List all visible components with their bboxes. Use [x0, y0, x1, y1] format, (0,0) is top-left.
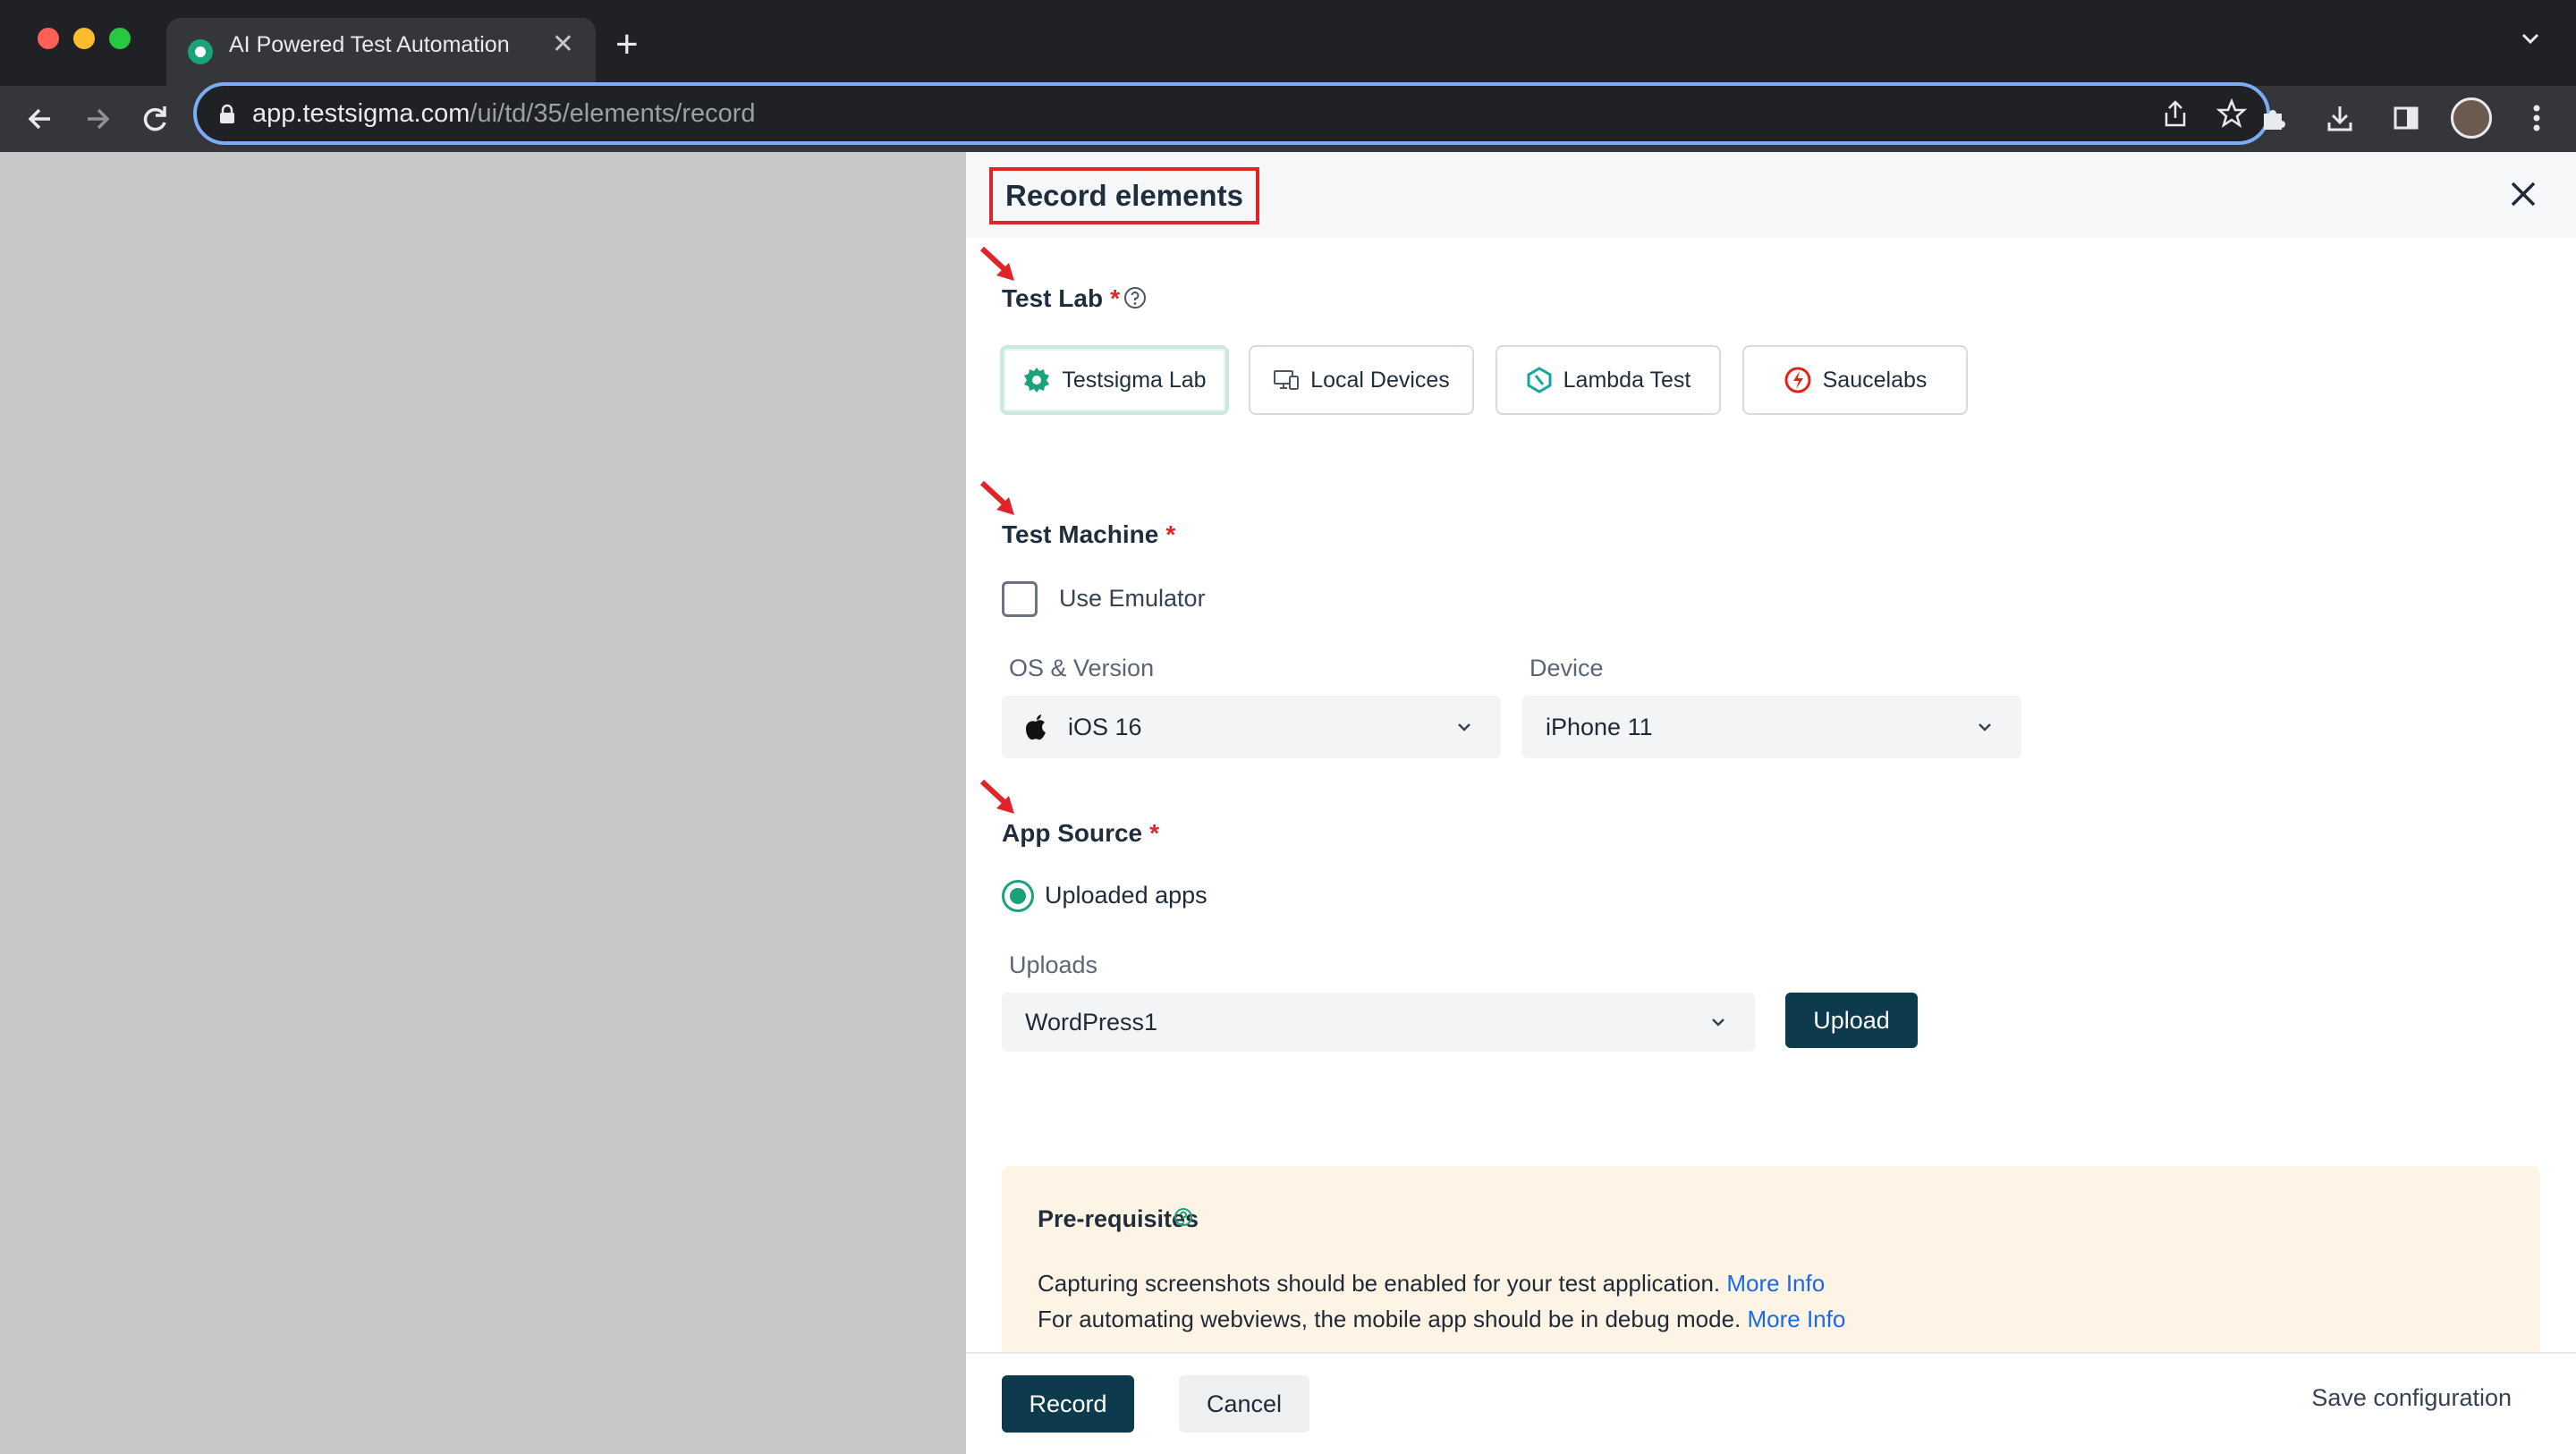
- test-lab-option-label: Saucelabs: [1822, 367, 1928, 393]
- maximize-window-button[interactable]: [109, 28, 131, 49]
- uploaded-apps-label: Uploaded apps: [1045, 882, 1208, 909]
- browser-tab-bar: AI Powered Test Automation Pl ✕ +: [0, 0, 2576, 86]
- required-mark: *: [1149, 819, 1160, 847]
- drawer-footer: Record Cancel Save configuration: [966, 1352, 2576, 1454]
- annotation-arrow-icon: [979, 246, 1014, 281]
- browser-menu-icon[interactable]: [2515, 97, 2558, 139]
- url-path: /ui/td/35/elements/record: [470, 99, 756, 128]
- test-lab-label: Test Lab *: [1002, 284, 1120, 313]
- test-lab-option-lambda-test[interactable]: Lambda Test: [1496, 345, 1721, 415]
- prerequisite-text: For automating webviews, the mobile app …: [1038, 1306, 1741, 1332]
- lambdatest-logo-icon: [1527, 367, 1552, 393]
- uploads-label: Uploads: [1009, 951, 1098, 978]
- uploaded-apps-radio[interactable]: [1002, 880, 1034, 912]
- prerequisite-screenshots: Capturing screenshots should be enabled …: [1038, 1270, 1825, 1298]
- profile-avatar[interactable]: [2451, 97, 2492, 139]
- drawer-title: Record elements: [989, 167, 1259, 224]
- required-mark: *: [1165, 520, 1176, 548]
- chevron-down-icon: [1712, 1019, 1724, 1027]
- save-configuration-button[interactable]: Save configuration: [2311, 1384, 2512, 1412]
- use-emulator-label: Use Emulator: [1059, 585, 1206, 612]
- lock-icon: [220, 104, 234, 123]
- test-machine-label: Test Machine *: [1002, 520, 1175, 549]
- record-elements-drawer: Record elements Test Lab * Testsigma Lab …: [966, 152, 2576, 1454]
- drawer-header: Record elements: [966, 152, 2576, 238]
- chevron-down-icon: [1458, 723, 1470, 731]
- close-drawer-icon[interactable]: [2508, 179, 2538, 209]
- record-button[interactable]: Record: [1002, 1375, 1134, 1433]
- test-lab-label-text: Test Lab: [1002, 284, 1104, 312]
- url-host: app.testsigma.com: [252, 99, 470, 128]
- modal-backdrop[interactable]: [0, 152, 966, 1454]
- browser-tab[interactable]: AI Powered Test Automation Pl ✕: [166, 18, 596, 86]
- app-source-label: App Source *: [1002, 819, 1159, 848]
- help-circle-icon[interactable]: [1174, 1207, 1193, 1227]
- address-bar[interactable]: app.testsigma.com/ui/td/35/elements/reco…: [193, 82, 2270, 145]
- test-lab-option-label: Lambda Test: [1563, 367, 1691, 393]
- test-lab-option-saucelabs[interactable]: Saucelabs: [1742, 345, 1968, 415]
- uploads-value: WordPress1: [1025, 1009, 1158, 1036]
- test-lab-option-local-devices[interactable]: Local Devices: [1249, 345, 1474, 415]
- tab-title: AI Powered Test Automation Pl: [229, 32, 515, 57]
- bookmark-star-icon[interactable]: [2216, 98, 2247, 129]
- help-circle-icon[interactable]: [1123, 286, 1147, 309]
- apple-logo-icon: [1026, 714, 1046, 740]
- annotation-arrow-icon: [979, 480, 1014, 515]
- side-panel-icon[interactable]: [2385, 97, 2428, 139]
- required-mark: *: [1110, 284, 1120, 312]
- tab-close-icon[interactable]: ✕: [552, 30, 574, 59]
- device-value: iPhone 11: [1546, 714, 1653, 740]
- test-lab-option-label: Testsigma Lab: [1062, 367, 1207, 393]
- cancel-button[interactable]: Cancel: [1179, 1375, 1309, 1433]
- test-lab-option-label: Local Devices: [1310, 367, 1450, 393]
- test-machine-label-text: Test Machine: [1002, 520, 1159, 548]
- chevron-down-icon: [1979, 723, 1991, 731]
- more-info-link[interactable]: More Info: [1726, 1270, 1825, 1297]
- back-arrow-icon[interactable]: [18, 97, 63, 141]
- download-icon[interactable]: [2318, 97, 2361, 139]
- new-tab-button[interactable]: +: [615, 21, 639, 68]
- more-info-link[interactable]: More Info: [1748, 1306, 1846, 1332]
- annotation-arrow-icon: [979, 779, 1014, 814]
- os-version-label: OS & Version: [1009, 655, 1155, 681]
- testsigma-favicon-icon: [188, 39, 213, 64]
- test-lab-option-testsigma[interactable]: Testsigma Lab: [1000, 345, 1229, 415]
- device-select[interactable]: iPhone 11: [1522, 696, 2021, 758]
- use-emulator-checkbox[interactable]: [1002, 581, 1038, 617]
- tab-list-chevron-icon[interactable]: [2519, 27, 2542, 56]
- os-version-select[interactable]: iOS 16: [1002, 696, 1501, 758]
- upload-button[interactable]: Upload: [1785, 993, 1918, 1048]
- close-window-button[interactable]: [38, 28, 59, 49]
- os-version-value: iOS 16: [1068, 714, 1142, 740]
- prerequisite-webviews: For automating webviews, the mobile app …: [1038, 1306, 1845, 1333]
- app-source-label-text: App Source: [1002, 819, 1143, 847]
- forward-arrow-icon[interactable]: [75, 97, 120, 141]
- saucelabs-logo-icon: [1784, 367, 1811, 393]
- prerequisite-text: Capturing screenshots should be enabled …: [1038, 1270, 1721, 1297]
- device-label: Device: [1530, 655, 1604, 681]
- devices-monitor-icon: [1274, 370, 1300, 390]
- minimize-window-button[interactable]: [73, 28, 95, 49]
- testsigma-gear-icon: [1024, 368, 1050, 393]
- extensions-puzzle-icon[interactable]: [2252, 97, 2295, 139]
- uploads-select[interactable]: WordPress1: [1002, 993, 1755, 1052]
- share-icon[interactable]: [2161, 98, 2190, 129]
- reload-icon[interactable]: [132, 97, 177, 141]
- url-text: app.testsigma.com/ui/td/35/elements/reco…: [252, 86, 756, 141]
